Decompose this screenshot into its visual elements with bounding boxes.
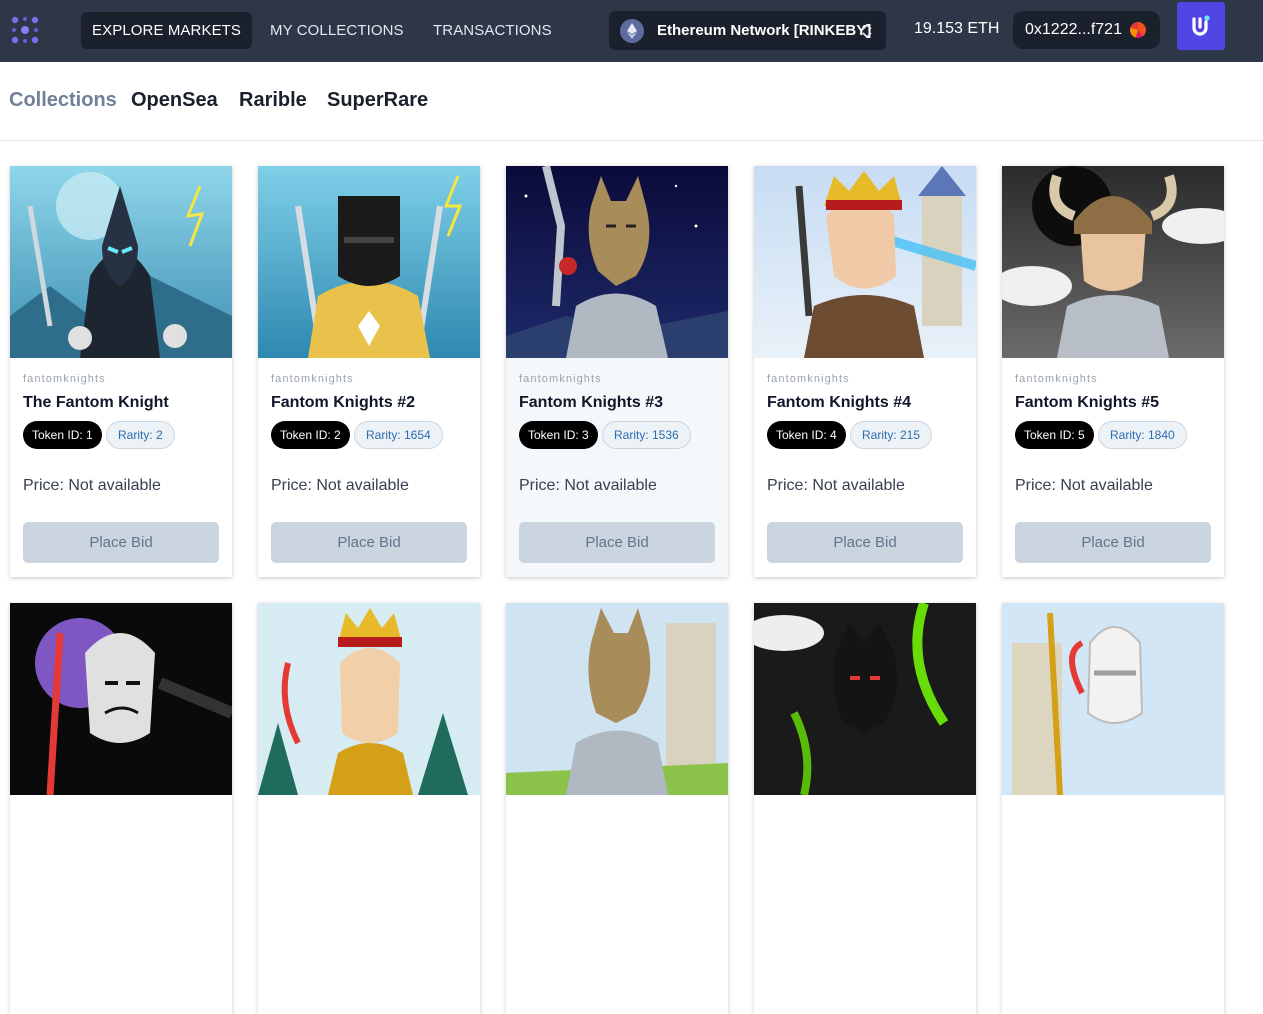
nft-card[interactable]: fantomknights Fantom Knights #2 Token ID… bbox=[258, 166, 480, 577]
token-id-badge: Token ID: 5 bbox=[1015, 421, 1094, 449]
collection-name: fantomknights bbox=[271, 373, 354, 385]
nft-name: Fantom Knights #5 bbox=[1015, 394, 1160, 411]
nft-image bbox=[1002, 603, 1224, 795]
nft-card[interactable]: fantomknights The Fantom Knight Token ID… bbox=[10, 166, 232, 577]
nft-card[interactable] bbox=[10, 603, 232, 1014]
network-selector[interactable]: Ethereum Network [RINKEBY] bbox=[609, 11, 886, 50]
tab-superrare[interactable]: SuperRare bbox=[327, 89, 428, 112]
marketplace-tabs: Collections OpenSea Rarible SuperRare bbox=[0, 62, 1263, 141]
price-text: Price: Not available bbox=[1015, 477, 1153, 494]
nft-image bbox=[258, 166, 480, 358]
place-bid-button[interactable]: Place Bid bbox=[519, 522, 715, 563]
nft-name: Fantom Knights #3 bbox=[519, 394, 664, 411]
ethereum-icon bbox=[620, 19, 644, 43]
nav-my-collections[interactable]: MY COLLECTIONS bbox=[259, 12, 415, 49]
nft-image bbox=[10, 166, 232, 358]
collection-name: fantomknights bbox=[1015, 373, 1098, 385]
price-text: Price: Not available bbox=[767, 477, 905, 494]
collection-name: fantomknights bbox=[767, 373, 850, 385]
rarity-badge: Rarity: 2 bbox=[106, 421, 175, 449]
dots-cluster-logo-icon[interactable] bbox=[9, 14, 41, 46]
rarity-badge: Rarity: 1654 bbox=[354, 421, 443, 449]
nft-image bbox=[506, 166, 728, 358]
nav-explore-markets[interactable]: EXPLORE MARKETS bbox=[81, 12, 253, 49]
nft-name: Fantom Knights #4 bbox=[767, 394, 912, 411]
network-label: Ethereum Network [RINKEBY] bbox=[657, 22, 872, 39]
place-bid-button[interactable]: Place Bid bbox=[271, 522, 467, 563]
account-address: 0x1222...f721 bbox=[1025, 21, 1122, 38]
rarity-badge: Rarity: 1840 bbox=[1098, 421, 1187, 449]
nft-name: Fantom Knights #2 bbox=[271, 394, 416, 411]
nft-card[interactable]: fantomknights Fantom Knights #4 Token ID… bbox=[754, 166, 976, 577]
nft-name: The Fantom Knight bbox=[23, 394, 169, 411]
token-id-badge: Token ID: 1 bbox=[23, 421, 102, 449]
nft-image bbox=[1002, 166, 1224, 358]
token-id-badge: Token ID: 3 bbox=[519, 421, 598, 449]
place-bid-button[interactable]: Place Bid bbox=[767, 522, 963, 563]
collection-name: fantomknights bbox=[519, 373, 602, 385]
nft-image bbox=[754, 603, 976, 795]
price-text: Price: Not available bbox=[519, 477, 657, 494]
top-navigation-bar: EXPLORE MARKETS MY COLLECTIONS TRANSACTI… bbox=[0, 0, 1263, 62]
tab-rarible[interactable]: Rarible bbox=[239, 89, 307, 112]
nft-card[interactable]: fantomknights Fantom Knights #3 Token ID… bbox=[506, 166, 728, 577]
wallet-app-button[interactable] bbox=[1177, 2, 1225, 50]
eth-balance: 19.153 ETH bbox=[914, 20, 1000, 37]
wallet-app-icon bbox=[1192, 15, 1210, 36]
nft-card[interactable] bbox=[1002, 603, 1224, 1014]
place-bid-button[interactable]: Place Bid bbox=[23, 522, 219, 563]
price-text: Price: Not available bbox=[23, 477, 161, 494]
tab-collections[interactable]: Collections bbox=[9, 89, 117, 112]
rarity-badge: Rarity: 1536 bbox=[602, 421, 691, 449]
token-id-badge: Token ID: 2 bbox=[271, 421, 350, 449]
up-down-chevron-icon bbox=[862, 23, 872, 39]
nft-card[interactable] bbox=[258, 603, 480, 1014]
price-text: Price: Not available bbox=[271, 477, 409, 494]
nft-image bbox=[10, 603, 232, 795]
account-button[interactable]: 0x1222...f721 bbox=[1013, 11, 1160, 49]
nft-card[interactable] bbox=[506, 603, 728, 1014]
nft-image bbox=[754, 166, 976, 358]
token-id-badge: Token ID: 4 bbox=[767, 421, 846, 449]
rarity-badge: Rarity: 215 bbox=[850, 421, 933, 449]
nft-card[interactable]: fantomknights Fantom Knights #5 Token ID… bbox=[1002, 166, 1224, 577]
tab-opensea[interactable]: OpenSea bbox=[131, 89, 218, 112]
collection-name: fantomknights bbox=[23, 373, 106, 385]
nft-image bbox=[506, 603, 728, 795]
nav-transactions[interactable]: TRANSACTIONS bbox=[422, 12, 563, 49]
nft-image bbox=[258, 603, 480, 795]
place-bid-button[interactable]: Place Bid bbox=[1015, 522, 1211, 563]
jazzicon-avatar bbox=[1130, 22, 1146, 38]
nft-card[interactable] bbox=[754, 603, 976, 1014]
